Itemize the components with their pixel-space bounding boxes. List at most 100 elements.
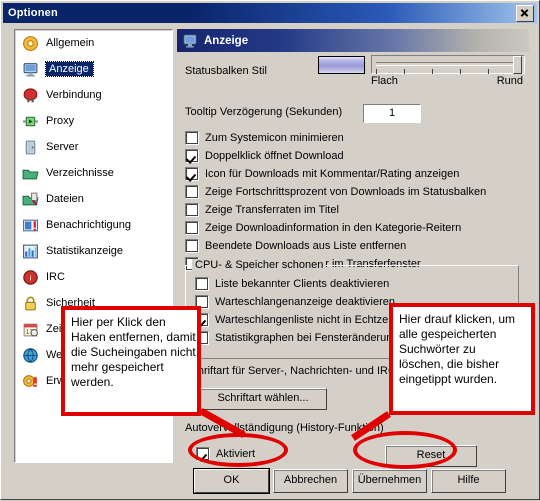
sidebar-item-statistikanzeige[interactable]: Statistikanzeige	[15, 238, 172, 264]
slider-max-label: Rund	[496, 75, 523, 87]
display-option-checkbox[interactable]	[185, 149, 199, 163]
annotation-left: Hier per Klick den Haken entfernen, damit…	[61, 306, 201, 416]
autocomplete-enabled-label: Aktiviert	[216, 448, 256, 460]
sidebar-item-label: Anzeige	[45, 61, 94, 77]
display-options-list: Zum Systemicon minimieren Doppelklick öff…	[185, 129, 486, 273]
cpu-option-checkbox-row[interactable]: Warteschlangenanzeige deaktivieren	[195, 293, 398, 311]
sidebar-item-anzeige[interactable]: Anzeige	[15, 56, 172, 82]
display-option-checkbox-row[interactable]: Icon für Downloads mit Kommentar/Rating …	[185, 165, 486, 183]
folder-icon	[22, 165, 39, 182]
display-option-checkbox-label: Icon für Downloads mit Kommentar/Rating …	[205, 168, 460, 180]
annotation-line: Suchwörter zu	[399, 342, 476, 356]
calendar-icon: 17	[22, 321, 39, 338]
-bernehmen-button[interactable]: Übernehmen	[352, 469, 427, 493]
ok-button[interactable]: OK	[194, 469, 269, 493]
monitor-icon	[182, 33, 198, 49]
display-option-checkbox[interactable]	[185, 185, 199, 199]
abbrechen-button[interactable]: Abbrechen	[273, 469, 348, 493]
globe-icon	[22, 347, 39, 364]
statusbar-style-slider[interactable]: Flach Rund	[371, 53, 525, 88]
gear-icon	[22, 35, 39, 52]
sidebar-item-verzeichnisse[interactable]: Verzeichnisse	[15, 160, 172, 186]
sidebar-item-label: IRC	[46, 271, 65, 283]
display-option-checkbox-label: Zum Systemicon minimieren	[205, 132, 344, 144]
cpu-option-checkbox-row[interactable]: Liste bekannter Clients deaktivieren	[195, 275, 398, 293]
cpu-option-checkbox[interactable]	[195, 277, 209, 291]
dialog-button-bar: OK Abbrechen Übernehmen Hilfe	[1, 463, 540, 501]
options-dialog: Optionen Allgemein Anzeige Verbindung Proxy…	[0, 0, 540, 500]
slider-tick	[460, 69, 461, 74]
annotation-line: Hier drauf klicken, um	[399, 312, 516, 326]
annotation-line: mehr gespeichert	[71, 360, 164, 374]
cpu-option-checkbox-row[interactable]: Warteschlangenliste nicht in Echtzeit	[195, 311, 398, 329]
slider-min-label: Flach	[371, 75, 398, 87]
autocomplete-enabled-row[interactable]: Aktiviert	[196, 445, 255, 463]
proxy-icon	[22, 113, 39, 130]
sidebar-item-irc[interactable]: i IRC	[15, 264, 172, 290]
display-option-checkbox-row[interactable]: Beendete Downloads aus Liste entfernen	[185, 237, 486, 255]
sidebar-item-label: Dateien	[46, 193, 84, 205]
slider-tick	[488, 69, 489, 74]
files-icon	[22, 191, 39, 208]
display-option-checkbox[interactable]	[185, 221, 199, 235]
cpu-option-checkbox-label: Warteschlangenliste nicht in Echtzeit	[215, 314, 394, 326]
annotation-line: alle gespeicherten	[399, 327, 497, 341]
annotation-line: Haken entfernen, damit	[71, 330, 196, 344]
slider-thumb[interactable]	[513, 56, 522, 74]
lock-icon	[22, 295, 39, 312]
plug-icon	[22, 87, 39, 104]
sidebar-item-label: Allgemein	[46, 37, 95, 49]
sidebar-item-dateien[interactable]: Dateien	[15, 186, 172, 212]
display-option-checkbox-row[interactable]: Zeige Downloadinformation in den Kategor…	[185, 219, 486, 237]
display-option-checkbox[interactable]	[185, 167, 199, 181]
annotation-line: die Sucheingaben nicht	[71, 345, 196, 359]
advanced-icon	[22, 373, 39, 390]
slider-tick	[376, 69, 377, 74]
title-bar: Optionen	[3, 3, 537, 23]
chart-icon	[22, 243, 39, 260]
autocomplete-enabled-checkbox[interactable]	[196, 447, 210, 461]
cpu-memory-options-list: Liste bekannter Clients deaktivieren Wart…	[195, 275, 398, 347]
server-icon	[22, 139, 39, 156]
tooltip-delay-input[interactable]: 1	[363, 104, 421, 123]
window-title: Optionen	[8, 7, 58, 19]
annotation-line: Hier per Klick den	[71, 315, 166, 329]
cpu-option-checkbox-label: Statistikgraphen bei Fensteränderung	[215, 332, 399, 344]
display-option-checkbox[interactable]	[185, 131, 199, 145]
panel-title: Anzeige	[204, 34, 249, 47]
cpu-option-checkbox-label: Warteschlangenanzeige deaktivieren	[215, 296, 395, 308]
sidebar-item-proxy[interactable]: Proxy	[15, 108, 172, 134]
display-option-checkbox-label: Zeige Transferraten im Titel	[205, 204, 339, 216]
choose-font-button[interactable]: Schriftart wählen...	[199, 388, 327, 410]
slider-tick	[432, 69, 433, 74]
close-icon[interactable]	[516, 4, 534, 22]
annotation-line: werden.	[71, 375, 114, 389]
display-option-checkbox-label: Zeige Fortschrittsprozent von Downloads …	[205, 186, 487, 198]
display-option-checkbox[interactable]	[185, 239, 199, 253]
sidebar-item-allgemein[interactable]: Allgemein	[15, 30, 172, 56]
display-option-checkbox-row[interactable]: Zeige Transferraten im Titel	[185, 201, 486, 219]
irc-icon: i	[22, 269, 39, 286]
sidebar-item-label: Benachrichtigung	[46, 219, 132, 231]
display-option-checkbox-label: Doppelklick öffnet Download	[205, 150, 344, 162]
cpu-option-checkbox-row[interactable]: Statistikgraphen bei Fensteränderung	[195, 329, 398, 347]
cpu-option-checkbox-label: Liste bekannter Clients deaktivieren	[215, 278, 390, 290]
annotation-line: eingetippt wurden.	[399, 372, 498, 386]
monitor-icon	[22, 61, 39, 78]
sidebar-item-label: Proxy	[46, 115, 75, 127]
display-option-checkbox-row[interactable]: Doppelklick öffnet Download	[185, 147, 486, 165]
sidebar-item-benachrichtigung[interactable]: Benachrichtigung	[15, 212, 172, 238]
hilfe-button[interactable]: Hilfe	[431, 469, 506, 493]
notify-icon	[22, 217, 39, 234]
cpu-memory-group-title: CPU- & Speicher schonen	[192, 259, 327, 271]
display-option-checkbox-row[interactable]: Zum Systemicon minimieren	[185, 129, 486, 147]
display-option-checkbox-row[interactable]: Zeige Fortschrittsprozent von Downloads …	[185, 183, 486, 201]
sidebar-item-label: Verbindung	[46, 89, 102, 101]
display-option-checkbox[interactable]	[185, 203, 199, 217]
sidebar-item-server[interactable]: Server	[15, 134, 172, 160]
sidebar-item-label: Verzeichnisse	[46, 167, 114, 179]
display-option-checkbox-label: Zeige Downloadinformation in den Kategor…	[205, 222, 462, 234]
display-option-checkbox-label: Beendete Downloads aus Liste entfernen	[205, 240, 407, 252]
sidebar-item-verbindung[interactable]: Verbindung	[15, 82, 172, 108]
statusbar-style-label: Statusbalken Stil	[185, 65, 267, 77]
